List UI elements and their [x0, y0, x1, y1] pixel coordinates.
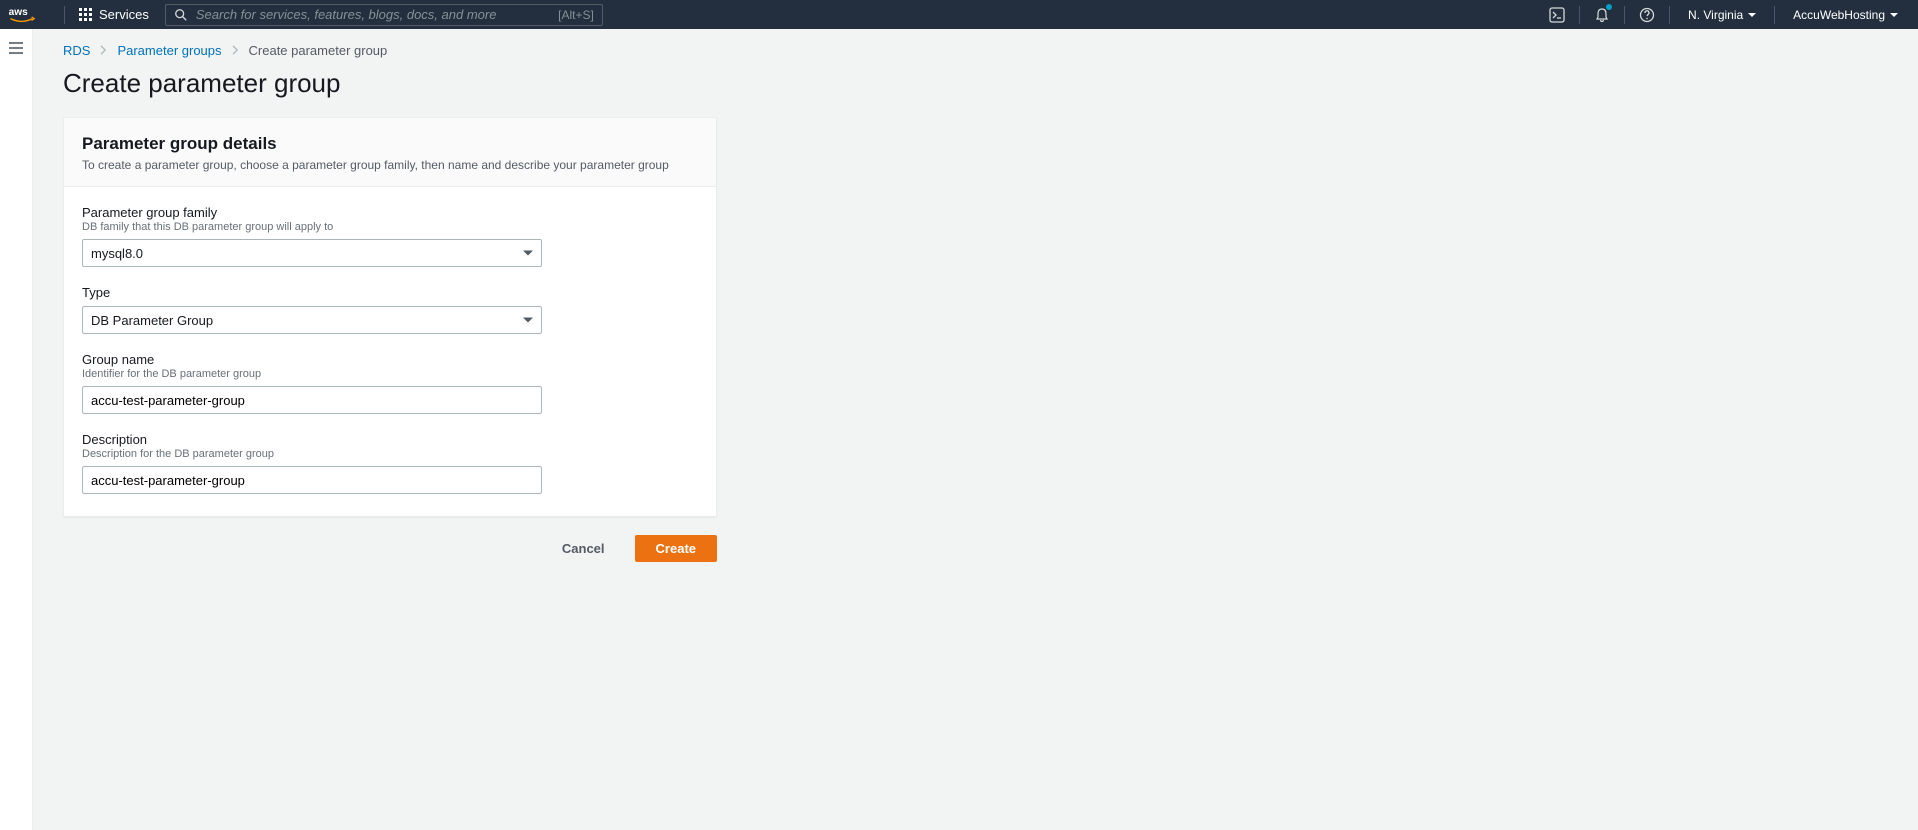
caret-down-icon: [1748, 13, 1756, 17]
account-label: AccuWebHosting: [1793, 8, 1885, 22]
page-title: Create parameter group: [63, 68, 1888, 99]
create-button[interactable]: Create: [635, 535, 717, 562]
nav-divider: [1774, 6, 1775, 24]
services-grid-icon: [79, 8, 93, 22]
search-wrap: [Alt+S]: [165, 4, 603, 26]
caret-down-icon: [523, 318, 533, 323]
cloudshell-button[interactable]: [1541, 0, 1573, 29]
nav-divider: [64, 6, 65, 24]
hamburger-icon[interactable]: [8, 41, 24, 55]
type-select[interactable]: DB Parameter Group: [82, 306, 542, 334]
card-subtitle: To create a parameter group, choose a pa…: [82, 158, 698, 172]
breadcrumb-parent[interactable]: Parameter groups: [117, 43, 221, 58]
nav-divider: [1579, 6, 1580, 24]
search-icon: [174, 8, 188, 22]
account-selector[interactable]: AccuWebHosting: [1781, 0, 1910, 29]
collapsed-sidebar: [0, 29, 33, 830]
field-parameter-group-family: Parameter group family DB family that th…: [82, 205, 698, 267]
breadcrumb-current: Create parameter group: [249, 43, 388, 58]
caret-down-icon: [523, 251, 533, 256]
field-hint: Description for the DB parameter group: [82, 448, 698, 460]
top-nav: aws Services [Alt+S]: [0, 0, 1918, 29]
field-group-name: Group name Identifier for the DB paramet…: [82, 352, 698, 414]
field-label: Type: [82, 285, 698, 300]
action-row: Cancel Create: [63, 535, 717, 562]
field-label: Description: [82, 432, 698, 447]
field-hint: DB family that this DB parameter group w…: [82, 221, 698, 233]
card-header: Parameter group details To create a para…: [64, 118, 716, 187]
nav-right: N. Virginia AccuWebHosting: [1541, 0, 1910, 29]
region-label: N. Virginia: [1688, 8, 1743, 22]
nav-divider: [1669, 6, 1670, 24]
aws-logo[interactable]: aws: [8, 4, 46, 26]
family-select-value: mysql8.0: [91, 246, 143, 261]
field-hint: Identifier for the DB parameter group: [82, 368, 698, 380]
main-area: RDS Parameter groups Create parameter gr…: [0, 29, 1918, 830]
card-body: Parameter group family DB family that th…: [64, 187, 716, 516]
group-name-input[interactable]: [82, 386, 542, 414]
breadcrumb: RDS Parameter groups Create parameter gr…: [63, 43, 1888, 58]
field-type: Type DB Parameter Group: [82, 285, 698, 334]
field-label: Group name: [82, 352, 698, 367]
parameter-group-card: Parameter group details To create a para…: [63, 117, 717, 517]
help-button[interactable]: [1631, 0, 1663, 29]
search-box[interactable]: [Alt+S]: [165, 4, 603, 26]
search-input[interactable]: [196, 7, 558, 22]
breadcrumb-root[interactable]: RDS: [63, 43, 90, 58]
type-select-value: DB Parameter Group: [91, 313, 213, 328]
caret-down-icon: [1890, 13, 1898, 17]
description-input[interactable]: [82, 466, 542, 494]
family-select[interactable]: mysql8.0: [82, 239, 542, 267]
region-selector[interactable]: N. Virginia: [1676, 0, 1768, 29]
field-label: Parameter group family: [82, 205, 698, 220]
chevron-right-icon: [232, 43, 239, 58]
field-description: Description Description for the DB param…: [82, 432, 698, 494]
notification-dot-icon: [1606, 4, 1612, 10]
svg-text:aws: aws: [9, 7, 28, 18]
services-menu-button[interactable]: Services: [71, 0, 157, 29]
cancel-button[interactable]: Cancel: [544, 535, 623, 562]
content: RDS Parameter groups Create parameter gr…: [33, 29, 1918, 830]
nav-divider: [1624, 6, 1625, 24]
card-title: Parameter group details: [82, 134, 698, 154]
search-shortcut: [Alt+S]: [558, 8, 594, 22]
notifications-button[interactable]: [1586, 0, 1618, 29]
chevron-right-icon: [100, 43, 107, 58]
services-label: Services: [99, 7, 149, 22]
